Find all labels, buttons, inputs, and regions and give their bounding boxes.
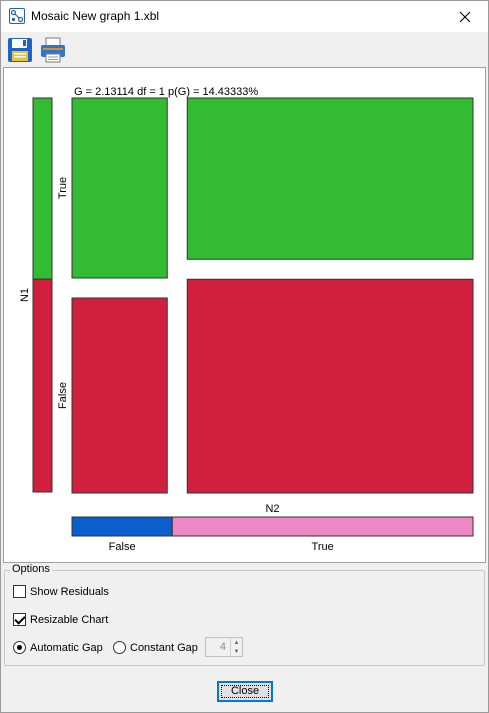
show-residuals-label: Show Residuals	[30, 585, 109, 598]
close-button-label: Close	[218, 682, 272, 701]
x-variable-label: N2	[265, 503, 279, 515]
mosaic-chart: G = 2.13114 df = 1 p(G) = 14.43333% True…	[19, 86, 474, 553]
mosaic-chart-panel: G = 2.13114 df = 1 p(G) = 14.43333% True…	[3, 67, 486, 563]
close-button[interactable]: Close	[217, 681, 273, 702]
save-button[interactable]	[6, 36, 34, 64]
automatic-gap-radio[interactable]: Automatic Gap	[13, 641, 103, 654]
close-icon	[459, 11, 471, 22]
save-icon	[8, 38, 32, 62]
y-category-label-false: False	[57, 382, 69, 409]
mosaic-cell-false-false	[71, 297, 168, 494]
mosaic-cell-false-true	[71, 97, 168, 279]
gap-spinner-arrows: ▲ ▼	[230, 638, 242, 656]
print-icon	[41, 37, 65, 63]
marginal-bar-n1-false	[32, 278, 53, 493]
spinner-down-icon: ▼	[233, 648, 240, 655]
show-residuals-checkbox[interactable]: Show Residuals	[13, 585, 109, 598]
window-title: Mosaic New graph 1.xbl	[31, 9, 160, 23]
mosaic-cell-true-true	[186, 97, 474, 260]
automatic-gap-radio-dot[interactable]	[13, 641, 26, 654]
constant-gap-radio[interactable]: Constant Gap	[113, 641, 198, 654]
title-bar[interactable]: Mosaic New graph 1.xbl	[1, 1, 488, 32]
resizable-chart-box[interactable]	[13, 613, 26, 626]
gap-value: 4	[219, 641, 226, 653]
mosaic-window: Mosaic New graph 1.xbl G = 2.13114 df = …	[0, 0, 489, 713]
mosaic-cell-true-false	[186, 278, 474, 494]
x-category-label-true: True	[312, 541, 334, 553]
resizable-chart-checkbox[interactable]: Resizable Chart	[13, 613, 108, 626]
resizable-chart-label: Resizable Chart	[30, 613, 109, 626]
chart-stats-text: G = 2.13114 df = 1 p(G) = 14.43333%	[74, 86, 258, 98]
marginal-bar-n2-false	[71, 516, 173, 537]
y-variable-label: N1	[19, 288, 31, 302]
marginal-bar-n1-true	[32, 97, 53, 280]
graph-app-icon	[9, 8, 25, 24]
options-group: Options Show Residuals Resizable Chart A…	[4, 563, 485, 666]
window-close-button[interactable]	[442, 1, 488, 32]
toolbar	[1, 32, 488, 66]
options-legend: Options	[10, 563, 52, 575]
y-category-label-true: True	[57, 177, 69, 199]
print-button[interactable]	[39, 36, 67, 64]
marginal-bar-n2-true	[171, 516, 474, 537]
automatic-gap-label: Automatic Gap	[30, 641, 103, 654]
constant-gap-radio-dot[interactable]	[113, 641, 126, 654]
x-category-label-false: False	[109, 541, 136, 553]
spinner-up-icon: ▲	[233, 639, 240, 646]
constant-gap-label: Constant Gap	[130, 641, 198, 654]
show-residuals-box[interactable]	[13, 585, 26, 598]
gap-value-spinner: 4 ▲ ▼	[205, 637, 243, 657]
